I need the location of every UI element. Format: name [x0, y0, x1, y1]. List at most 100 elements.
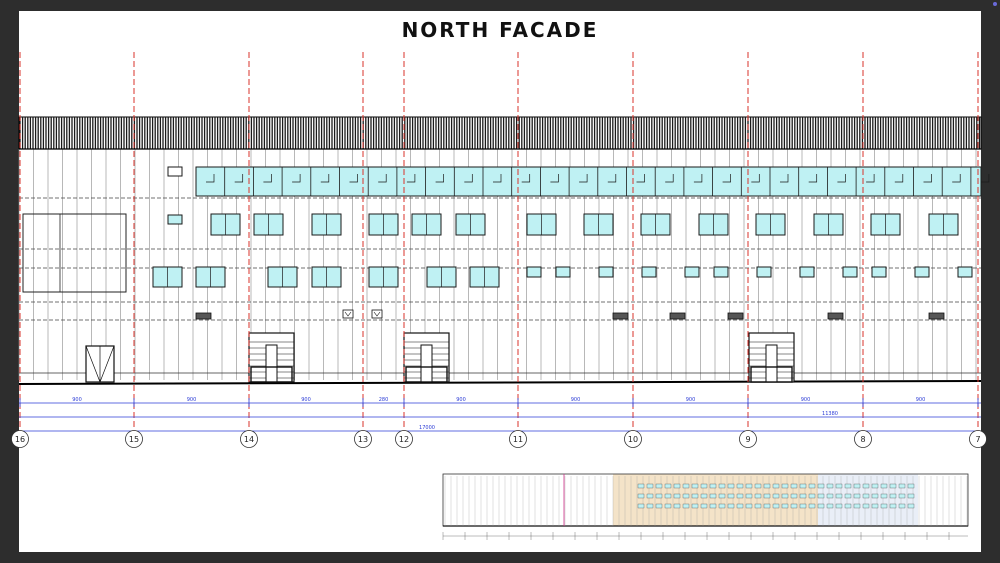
grid-label: 12	[399, 435, 409, 444]
thumbnail-window	[781, 493, 789, 499]
dimension-text: 900	[686, 397, 696, 403]
dimension-text: 280	[379, 397, 389, 403]
thumbnail-window	[700, 503, 708, 509]
dimension-text: 900	[801, 397, 811, 403]
thumbnail-window	[709, 503, 717, 509]
thumbnail-window	[781, 503, 789, 509]
thumbnail-window	[745, 503, 753, 509]
thumbnail-window	[655, 503, 663, 509]
thumbnail-window	[772, 483, 780, 489]
small-window	[167, 166, 183, 177]
small-window	[871, 266, 887, 278]
roof-parapet-band	[18, 116, 982, 150]
thumbnail-window	[718, 493, 726, 499]
thumbnail-window	[727, 493, 735, 499]
thumbnail-window	[790, 493, 798, 499]
thumbnail-window	[754, 493, 762, 499]
thumbnail-window	[790, 483, 798, 489]
louvre-vent	[727, 312, 744, 320]
thumbnail-window	[817, 503, 825, 509]
infill-panel	[22, 213, 127, 293]
small-window	[526, 266, 542, 278]
thumbnail-window	[817, 483, 825, 489]
grid-labels: 16 15 14 13 12 11 10 9 8 7	[11, 430, 987, 448]
small-window	[555, 266, 571, 278]
thumbnail-window	[727, 483, 735, 489]
grid-label: 7	[975, 435, 980, 444]
pass-door	[265, 344, 278, 383]
thumbnail-window	[664, 493, 672, 499]
thumbnail-window	[655, 483, 663, 489]
thumbnail-window	[673, 503, 681, 509]
thumbnail-window	[835, 503, 843, 509]
overall-elevation-thumbnail	[423, 466, 980, 544]
thumbnail-window	[655, 493, 663, 499]
thumbnail-window	[673, 483, 681, 489]
louvre-vent	[669, 312, 686, 320]
small-window	[641, 266, 657, 278]
overall-dimension-text: 17000	[419, 425, 435, 431]
thumbnail-window	[736, 503, 744, 509]
grid-label: 10	[628, 435, 638, 444]
ground-line	[18, 380, 982, 385]
thumbnail-window	[700, 493, 708, 499]
louvre-vent	[612, 312, 629, 320]
grid-label: 14	[244, 435, 254, 444]
thumbnail-window	[880, 483, 888, 489]
thumbnail-window	[835, 483, 843, 489]
dimension-text: 900	[571, 397, 581, 403]
louvre-vent	[195, 312, 212, 320]
dimension-text: 900	[72, 397, 82, 403]
thumbnail-window	[844, 503, 852, 509]
thumbnail-window	[673, 493, 681, 499]
thumbnail-window	[862, 483, 870, 489]
thumbnail-window	[691, 493, 699, 499]
thumbnail-window	[646, 493, 654, 499]
thumbnail-window	[808, 483, 816, 489]
thumbnail-window	[853, 483, 861, 489]
grid-label: 13	[358, 435, 368, 444]
thumbnail-window	[646, 503, 654, 509]
dimension-text: 900	[187, 397, 197, 403]
thumbnail-window	[772, 493, 780, 499]
thumbnail-window	[889, 493, 897, 499]
thumbnail-window	[700, 483, 708, 489]
thumbnail-window	[637, 503, 645, 509]
thumbnail-window	[799, 503, 807, 509]
window-openings	[152, 166, 990, 320]
thumbnail-window	[718, 503, 726, 509]
thumbnail-window	[862, 503, 870, 509]
thumbnail-window	[646, 483, 654, 489]
thumbnail-window	[871, 483, 879, 489]
louvre-vent	[928, 312, 945, 320]
thumbnail-window	[826, 493, 834, 499]
thumbnail-window	[682, 483, 690, 489]
thumbnail-window	[664, 503, 672, 509]
thumbnail-window	[799, 493, 807, 499]
thumbnail-window	[871, 493, 879, 499]
small-window	[756, 266, 772, 278]
grid-label: 9	[745, 435, 750, 444]
grid-label: 16	[15, 435, 25, 444]
small-window	[799, 266, 815, 278]
thumbnail-window	[853, 493, 861, 499]
grid-label: 11	[513, 435, 523, 444]
thumbnail-window	[745, 493, 753, 499]
small-window	[598, 266, 614, 278]
thumbnail-window	[682, 493, 690, 499]
thumbnail-window	[727, 503, 735, 509]
thumbnail-window	[763, 493, 771, 499]
thumbnail-window	[826, 503, 834, 509]
grid-label: 8	[860, 435, 865, 444]
overall-dimension-text: 11380	[822, 411, 838, 417]
thumbnail-window	[808, 503, 816, 509]
thumbnail-highlight-region	[613, 474, 818, 526]
thumbnail-window	[637, 483, 645, 489]
thumbnail-window	[736, 483, 744, 489]
thumbnail-window	[709, 493, 717, 499]
wall-fixture	[342, 309, 354, 319]
thumbnail-window	[880, 503, 888, 509]
thumbnail-window	[898, 493, 906, 499]
thumbnail-window	[736, 493, 744, 499]
thumbnail-window	[682, 503, 690, 509]
